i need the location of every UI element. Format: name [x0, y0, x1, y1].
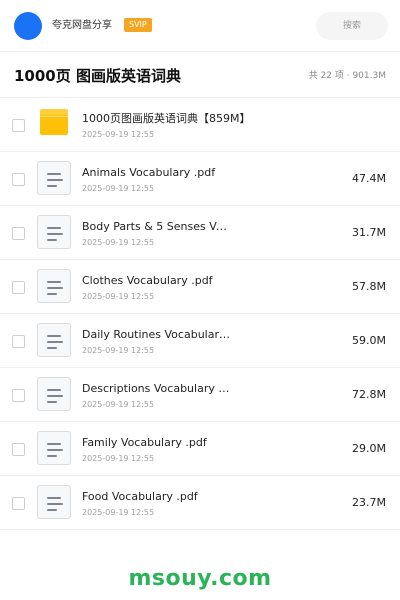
item-date: 2025-09-19 12:55 — [82, 454, 155, 463]
document-icon — [37, 269, 71, 303]
document-icon — [37, 215, 71, 249]
item-date: 2025-09-19 12:55 — [82, 346, 155, 355]
item-size: 59.0M — [352, 334, 386, 347]
select-checkbox[interactable] — [12, 119, 25, 132]
select-checkbox[interactable] — [12, 335, 25, 348]
avatar[interactable] — [14, 12, 42, 40]
list-item[interactable]: Body Parts & 5 Senses Voc… 2025-09-19 12… — [0, 206, 400, 260]
document-icon — [37, 377, 71, 411]
document-icon — [37, 161, 71, 195]
file-list: 1000页图画版英语词典【859M】 2025-09-19 12:55 Anim… — [0, 98, 400, 530]
top-bar: 夸克网盘分享 SVIP 搜索 — [0, 0, 400, 52]
item-date: 2025-09-19 12:55 — [82, 130, 155, 139]
item-name: Animals Vocabulary .pdf — [82, 166, 216, 179]
document-icon — [37, 323, 71, 357]
select-checkbox[interactable] — [12, 443, 25, 456]
svip-badge: SVIP — [124, 18, 152, 32]
document-icon — [37, 431, 71, 465]
list-item[interactable]: Food Vocabulary .pdf 2025-09-19 12:55 23… — [0, 476, 400, 530]
folder-title-bar: 1000页 图画版英语词典 共 22 项 · 901.3M — [0, 52, 400, 98]
item-size: 31.7M — [352, 226, 386, 239]
item-size: 57.8M — [352, 280, 386, 293]
brand-label: 夸克网盘分享 — [52, 20, 112, 31]
item-size: 29.0M — [352, 442, 386, 455]
item-size: 47.4M — [352, 172, 386, 185]
item-name: Family Vocabulary .pdf — [82, 436, 207, 449]
select-checkbox[interactable] — [12, 173, 25, 186]
item-date: 2025-09-19 12:55 — [82, 238, 155, 247]
list-item[interactable]: Family Vocabulary .pdf 2025-09-19 12:55 … — [0, 422, 400, 476]
item-name: Daily Routines Vocabulary… — [82, 328, 232, 341]
list-item[interactable]: Daily Routines Vocabulary… 2025-09-19 12… — [0, 314, 400, 368]
page-title: 1000页 图画版英语词典 — [14, 67, 181, 85]
folder-icon — [40, 109, 68, 135]
search-input[interactable]: 搜索 — [316, 12, 388, 40]
item-name: Descriptions Vocabulary .… — [82, 382, 232, 395]
item-summary: 共 22 项 · 901.3M — [308, 71, 386, 81]
item-size: 72.8M — [352, 388, 386, 401]
watermark-text: msouy.com — [128, 566, 272, 591]
document-icon — [37, 485, 71, 519]
list-item[interactable]: Animals Vocabulary .pdf 2025-09-19 12:55… — [0, 152, 400, 206]
select-checkbox[interactable] — [12, 389, 25, 402]
item-date: 2025-09-19 12:55 — [82, 400, 155, 409]
item-name: Food Vocabulary .pdf — [82, 490, 198, 503]
item-name: Body Parts & 5 Senses Voc… — [82, 220, 232, 233]
select-checkbox[interactable] — [12, 281, 25, 294]
select-checkbox[interactable] — [12, 497, 25, 510]
list-item[interactable]: Clothes Vocabulary .pdf 2025-09-19 12:55… — [0, 260, 400, 314]
item-date: 2025-09-19 12:55 — [82, 508, 155, 517]
list-item[interactable]: Descriptions Vocabulary .… 2025-09-19 12… — [0, 368, 400, 422]
item-name: Clothes Vocabulary .pdf — [82, 274, 213, 287]
list-item[interactable]: 1000页图画版英语词典【859M】 2025-09-19 12:55 — [0, 98, 400, 152]
item-size: 23.7M — [352, 496, 386, 509]
select-checkbox[interactable] — [12, 227, 25, 240]
item-date: 2025-09-19 12:55 — [82, 184, 155, 193]
item-name: 1000页图画版英语词典【859M】 — [82, 112, 251, 125]
item-date: 2025-09-19 12:55 — [82, 292, 155, 301]
